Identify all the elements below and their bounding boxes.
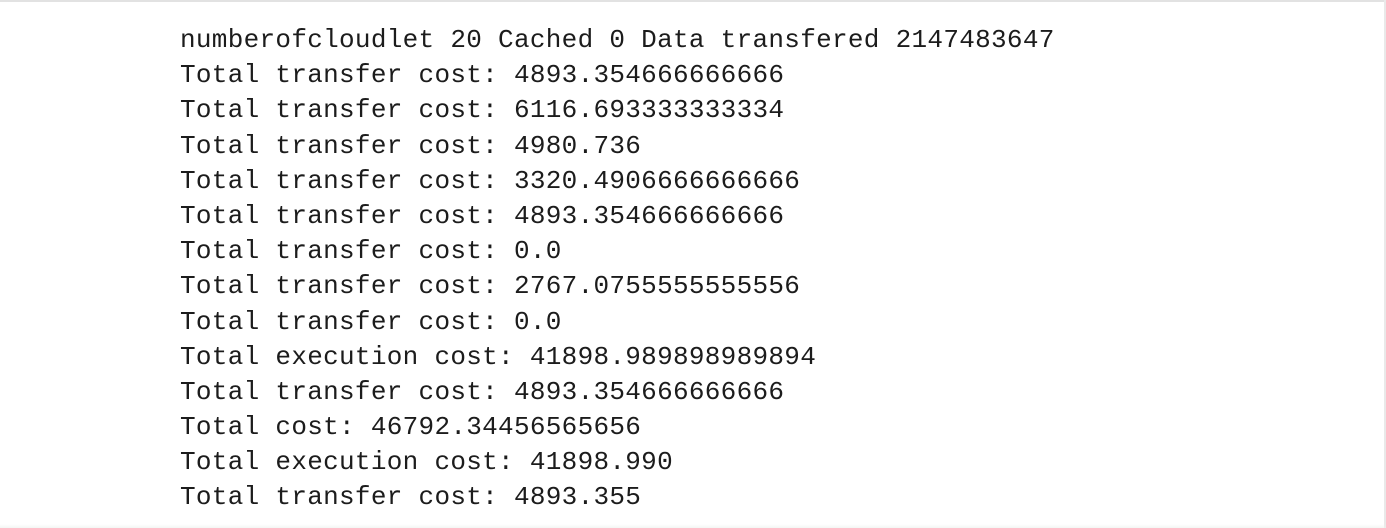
console-line: Total transfer cost: 4893.354666666666 xyxy=(180,200,785,231)
console-line: numberofcloudlet 20 Cached 0 Data transf… xyxy=(180,25,1055,55)
console-line: Total transfer cost: 4893.354666666666 xyxy=(180,60,785,91)
console-line: Total execution cost: 41898.989898989894 xyxy=(180,341,817,372)
console-line: Total transfer cost: 0.0 xyxy=(180,306,562,337)
console-line: Total execution cost: 41898.990 xyxy=(180,447,673,478)
console-line: Total transfer cost: 4980.736 xyxy=(180,130,642,161)
console-line: Total transfer cost: 3320.4906666666666 xyxy=(180,165,801,196)
console-line: Total transfer cost: 4893.355 xyxy=(180,482,642,513)
console-line: Total transfer cost: 4893.354666666666 xyxy=(180,376,785,407)
console-line: Total transfer cost: 6116.693333333334 xyxy=(180,95,785,126)
console-text[interactable]: numberofcloudlet 20 Cached 0 Data transf… xyxy=(180,23,1055,516)
console-line: Total transfer cost: 2767.0755555555556 xyxy=(180,271,801,302)
top-border xyxy=(0,0,1386,2)
console-line: Total cost: 46792.34456565656 xyxy=(180,412,642,443)
bottom-edge xyxy=(0,524,1386,528)
console-output-panel: numberofcloudlet 20 Cached 0 Data transf… xyxy=(0,0,1386,528)
console-line: Total transfer cost: 0.0 xyxy=(180,236,562,267)
